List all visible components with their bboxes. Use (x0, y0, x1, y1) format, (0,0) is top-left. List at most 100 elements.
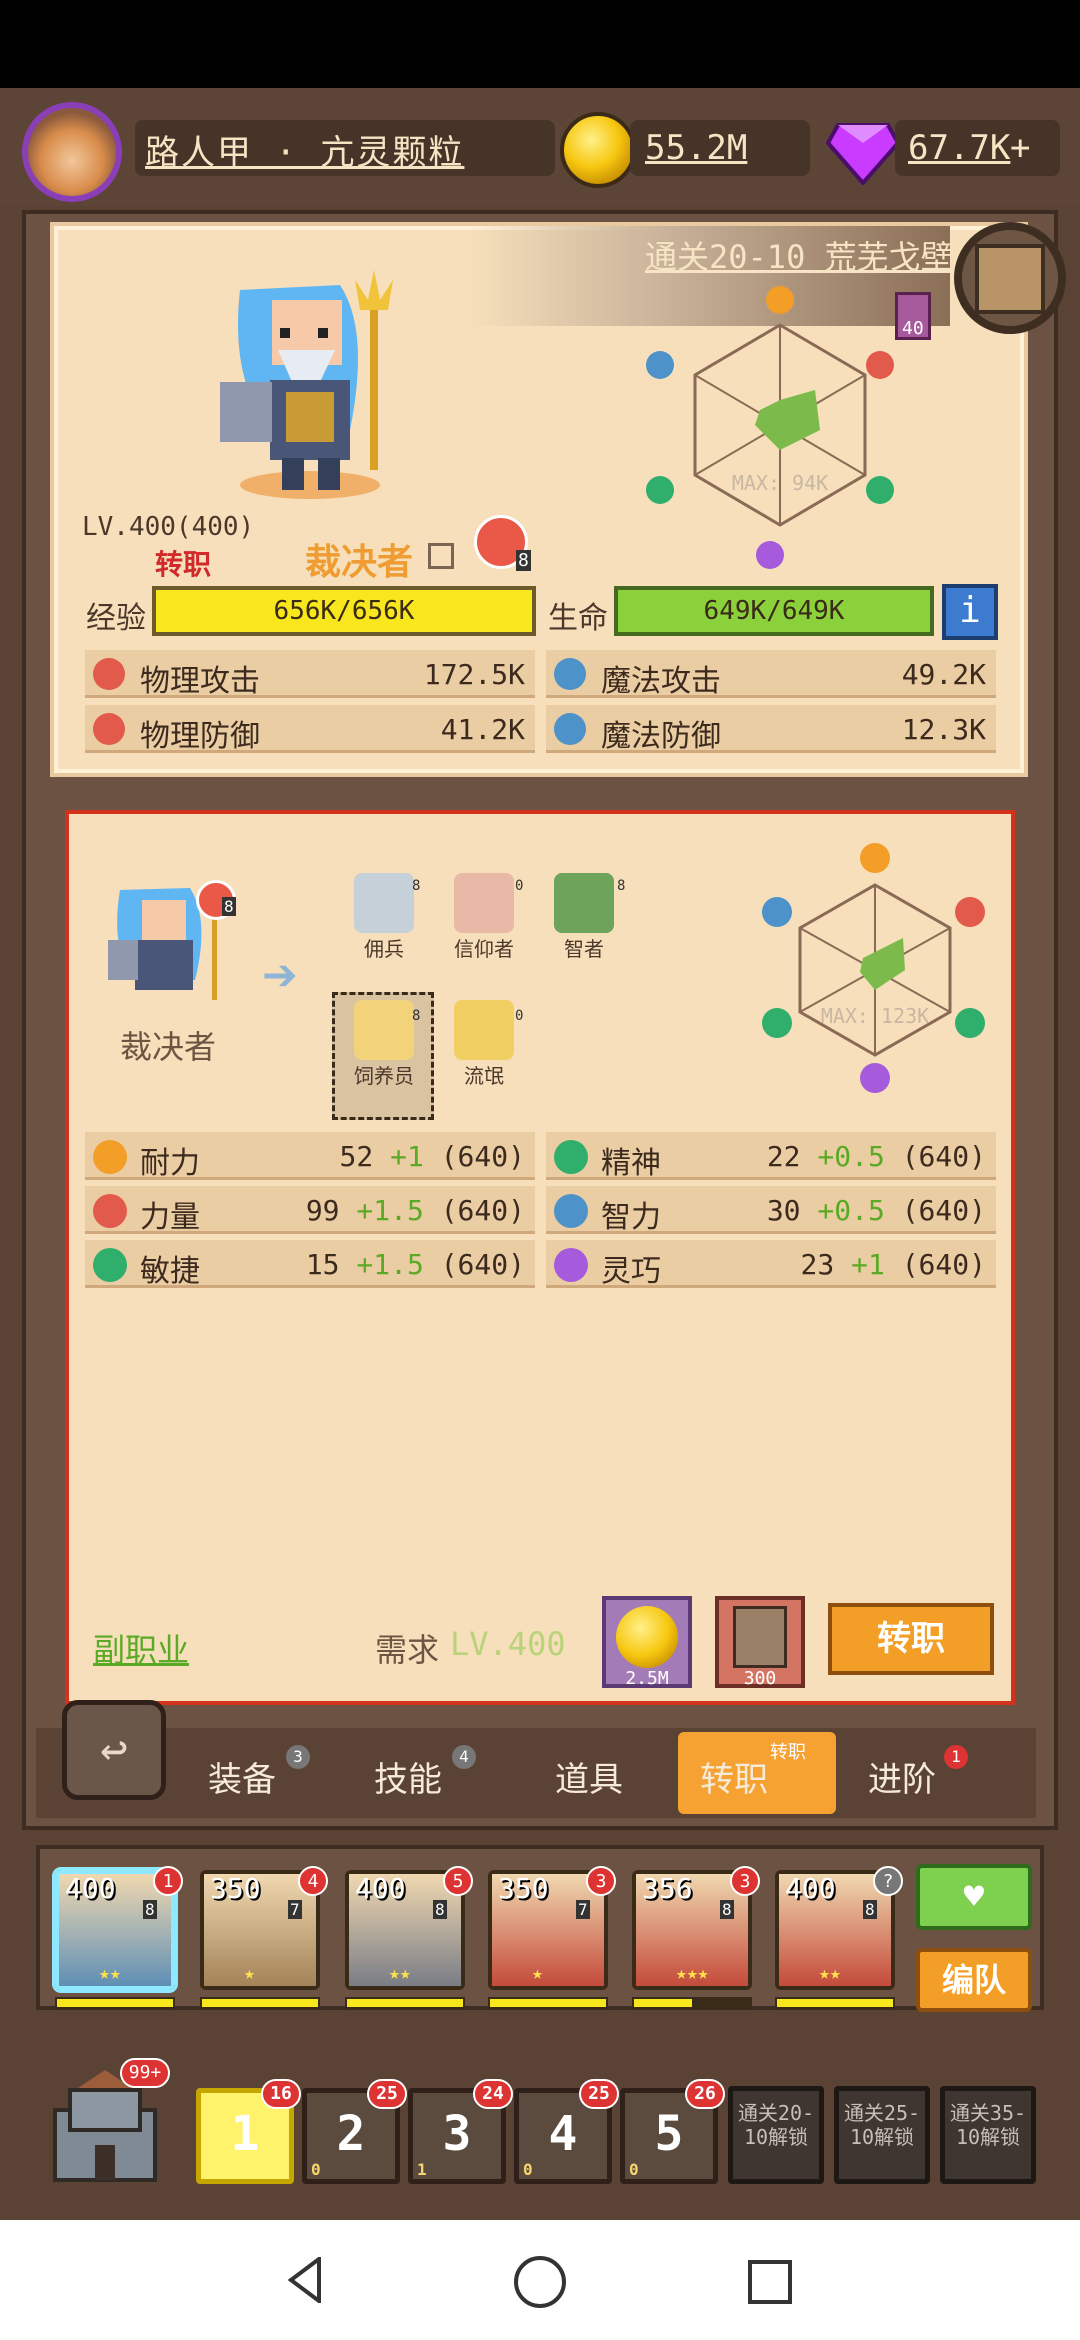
tab-items[interactable]: 道具 (555, 1752, 623, 1801)
hero-portrait (220, 270, 393, 499)
attribute-value: 15 +1.5 (640) (305, 1248, 525, 1281)
job-radar-max: MAX: 123K (821, 1004, 929, 1028)
hero-card-stars: ★★ (819, 1963, 841, 1984)
stage-slot[interactable]: 5 26 0 (620, 2079, 725, 2184)
job-option-name: 流氓 (464, 1064, 504, 1088)
attribute-row: 智力 30 +0.5 (640) (546, 1186, 996, 1235)
home-nav-icon[interactable] (514, 2256, 566, 2308)
castle-badge: 99+ (120, 2058, 170, 2088)
castle-icon[interactable] (45, 2070, 165, 2190)
hero-card-level: 350 (498, 1872, 549, 1905)
hero-card-level: 356 (642, 1872, 693, 1905)
dexterity-icon (554, 1248, 588, 1282)
spirit-icon (554, 1140, 588, 1174)
back-nav-icon[interactable] (285, 2257, 325, 2303)
hero-card-badge: 5 (443, 1866, 473, 1896)
change-job-button[interactable]: 转职 (828, 1603, 994, 1675)
tab-badge: 4 (452, 1745, 476, 1769)
hero-card-badge: 3 (586, 1866, 616, 1896)
add-gems-button[interactable]: + (1010, 128, 1030, 168)
stage-number: 5 (654, 2106, 684, 2162)
back-button[interactable]: ↩ (62, 1700, 166, 1800)
hero-card-badge: 3 (730, 1866, 760, 1896)
hero-card[interactable]: 400 8 1 ★★ (55, 1866, 183, 1990)
hero-card-level: 400 (65, 1872, 116, 1905)
transfer-status: 转职 (155, 548, 212, 581)
attribute-value: 52 +1 (640) (339, 1140, 525, 1173)
job-option-num: 8 (617, 878, 626, 894)
stage-badge: 25 (367, 2079, 407, 2109)
formation-button[interactable]: 编队 (916, 1948, 1032, 2012)
hero-hp-fill (202, 1999, 318, 2007)
hero-card[interactable]: 350 7 3 ★ (488, 1866, 616, 1990)
hero-hp-fill (57, 1999, 173, 2007)
tab-badge: 转职 (770, 1742, 806, 1763)
hp-label: 生命 (548, 601, 608, 636)
job-option-num: 0 (515, 1008, 524, 1024)
tab-label: 装备 (208, 1760, 276, 1800)
favorite-button[interactable]: ♥ (916, 1864, 1032, 1930)
tab-label: 进阶 (868, 1760, 936, 1800)
hero-hp-bar (632, 1997, 752, 2009)
attribute-label: 智力 (601, 1200, 661, 1235)
job-option[interactable]: 智者 (544, 873, 624, 962)
attribute-value: 99 +1.5 (640) (305, 1194, 525, 1227)
attribute-row: 精神 22 +0.5 (640) (546, 1132, 996, 1181)
hero-card[interactable]: 356 8 3 ★★★ (632, 1866, 760, 1990)
scroll-cost: 300 (743, 1668, 777, 1689)
player-avatar[interactable] (22, 102, 122, 202)
stage-number: 1 (230, 2106, 260, 2162)
hero-card[interactable]: 400 8 5 ★★ (345, 1866, 473, 1990)
edit-icon[interactable] (428, 543, 454, 569)
job-option-num: 8 (412, 878, 421, 894)
class-skill-count: 8 (222, 897, 236, 916)
hp-bar: 649K/649K (614, 586, 934, 636)
stage-badge: 24 (473, 2079, 513, 2109)
hero-hp-fill (490, 1999, 606, 2007)
player-name[interactable]: 路人甲 · 亢灵颗粒 (145, 125, 464, 174)
stage-slot[interactable]: 1 16 (196, 2079, 301, 2184)
hero-card-sub: 7 (288, 1900, 302, 1919)
stat-row: 魔法防御 12.3K (546, 705, 996, 754)
job-option[interactable]: 流氓 (444, 1000, 524, 1089)
hero-hp-bar (488, 1997, 608, 2009)
locked-stage: 通关20-10解锁 (728, 2086, 824, 2184)
attribute-label: 灵巧 (601, 1254, 661, 1289)
attribute-label: 耐力 (140, 1146, 200, 1181)
stat-row: 魔法攻击 49.2K (546, 650, 996, 699)
current-class-name: 裁决者 (120, 1028, 217, 1066)
attribute-label: 精神 (601, 1146, 661, 1181)
hero-card-level: 400 (355, 1872, 406, 1905)
attribute-value: 30 +0.5 (640) (766, 1194, 986, 1227)
hero-card[interactable]: 400 8 ? ★★ (775, 1866, 903, 1990)
gold-amount[interactable]: 55.2M (645, 128, 747, 168)
stage-label[interactable]: 通关20-10 荒芜戈壁 (645, 232, 953, 278)
tab-skills[interactable]: 技能 (374, 1752, 442, 1801)
exp-label: 经验 (86, 601, 146, 636)
tab-advance[interactable]: 进阶 (868, 1752, 936, 1801)
recents-nav-icon[interactable] (748, 2260, 792, 2304)
gold-cost: 2.5M (625, 1668, 669, 1689)
stage-slot[interactable]: 4 25 0 (514, 2079, 619, 2184)
stage-slot[interactable]: 2 25 0 (302, 2079, 407, 2184)
info-button[interactable]: i (942, 584, 998, 640)
job-option[interactable]: 信仰者 (444, 873, 524, 962)
hero-hp-bar (55, 1997, 175, 2009)
hero-card-level: 400 (785, 1872, 836, 1905)
requirement-label: 需求 (375, 1631, 440, 1669)
tab-job-change[interactable]: 转职 (700, 1752, 768, 1801)
gem-amount[interactable]: 67.7K (908, 128, 1010, 168)
tab-badge: 3 (286, 1745, 310, 1769)
stage-chest-count: 0 (523, 2160, 533, 2179)
class-icon (554, 873, 614, 933)
hero-card[interactable]: 350 7 4 ★ (200, 1866, 328, 1990)
hero-hp-bar (200, 1997, 320, 2009)
stage-slot[interactable]: 3 24 1 (408, 2079, 513, 2184)
tab-equipment[interactable]: 装备 (208, 1752, 276, 1801)
exp-bar: 656K/656K (152, 586, 536, 636)
hero-hp-fill (347, 1999, 463, 2007)
tab-label: 道具 (555, 1760, 623, 1800)
stat-label: 魔法防御 (601, 719, 721, 754)
sub-job-link[interactable]: 副职业 (93, 1625, 189, 1671)
job-option-name: 饲养员 (354, 1064, 414, 1088)
